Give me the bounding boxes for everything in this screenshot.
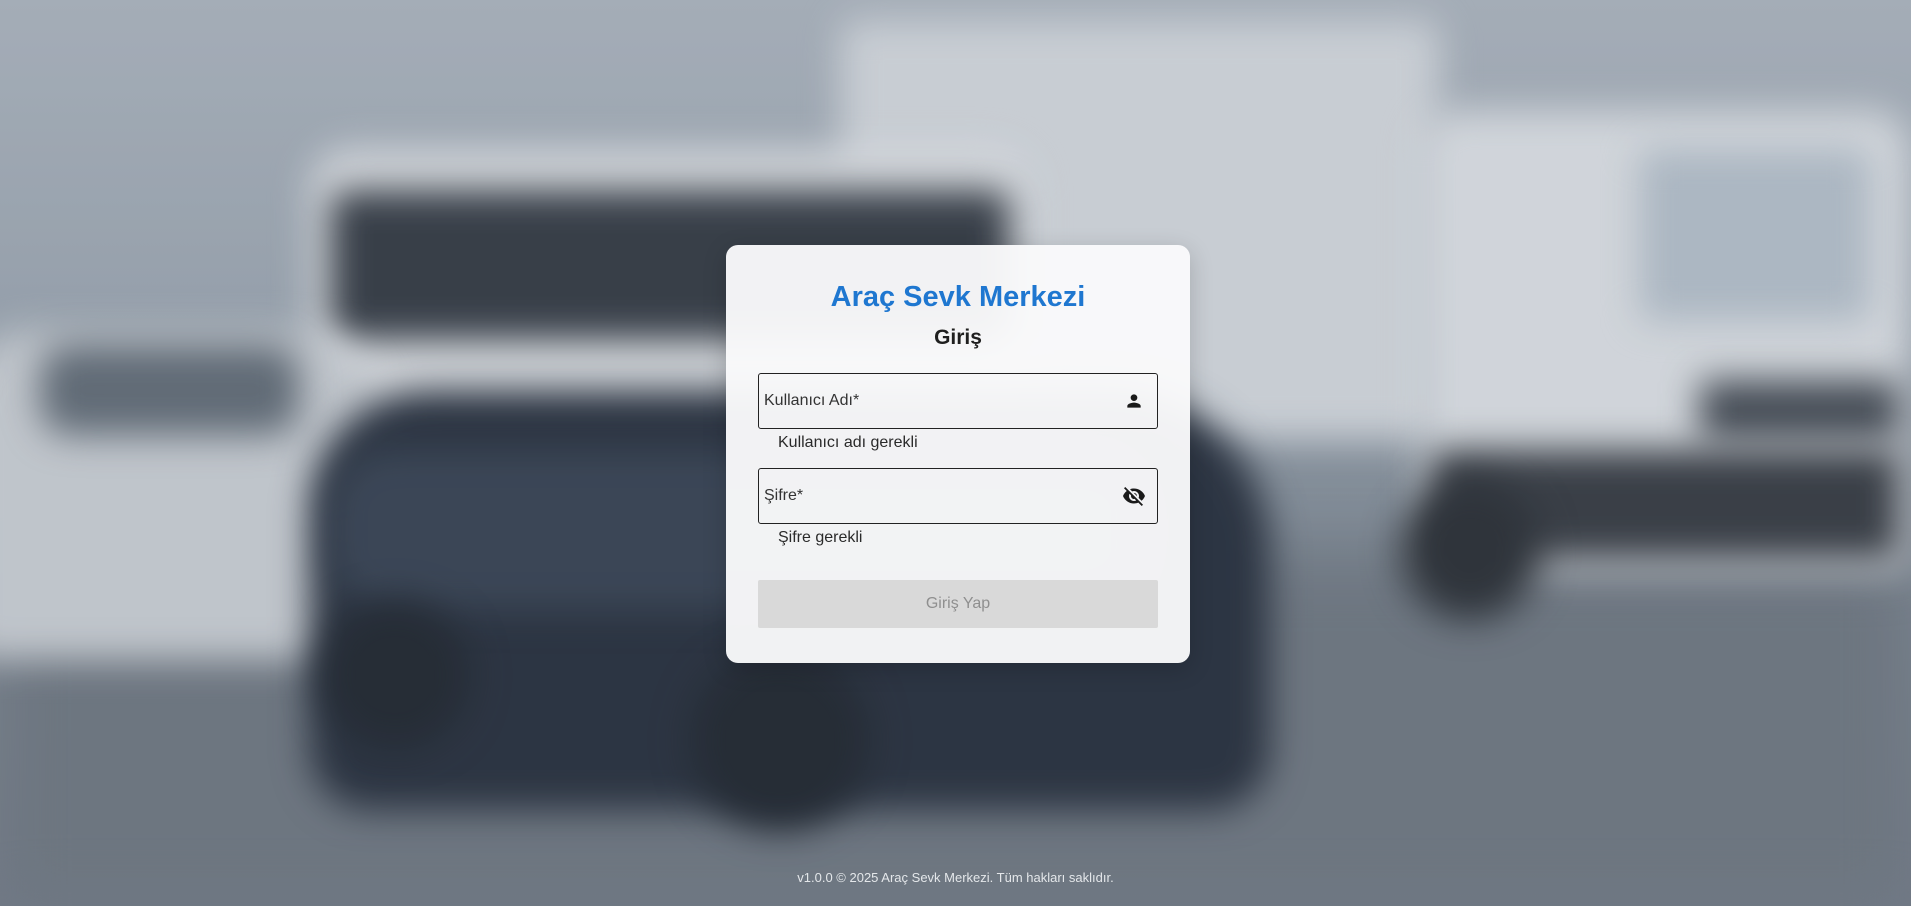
footer-copyright: v1.0.0 © 2025 Araç Sevk Merkezi. Tüm hak… bbox=[797, 870, 1114, 885]
password-field[interactable] bbox=[758, 468, 1158, 524]
app-title: Araç Sevk Merkezi bbox=[830, 281, 1086, 313]
password-input[interactable] bbox=[759, 469, 1157, 523]
password-helper-text: Şifre gerekli bbox=[778, 529, 863, 546]
login-button[interactable]: Giriş Yap bbox=[758, 580, 1158, 628]
person-icon bbox=[1121, 388, 1147, 414]
login-card: Araç Sevk Merkezi Giriş Kullanıcı adı ge… bbox=[726, 245, 1190, 663]
username-input[interactable] bbox=[759, 374, 1157, 428]
login-heading: Giriş bbox=[934, 326, 982, 349]
username-helper-text: Kullanıcı adı gerekli bbox=[778, 434, 918, 451]
username-field[interactable] bbox=[758, 373, 1158, 429]
eye-off-icon[interactable] bbox=[1121, 483, 1147, 509]
